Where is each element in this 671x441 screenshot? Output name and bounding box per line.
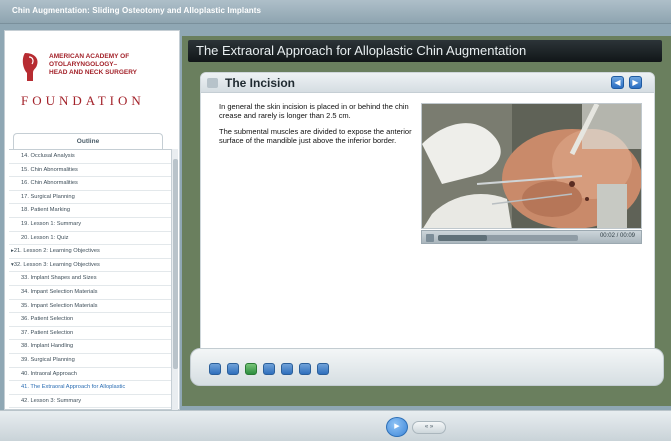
chevron-left-icon: ◀	[614, 78, 621, 87]
video-progress[interactable]	[438, 235, 578, 241]
outline-tab[interactable]: Outline	[13, 133, 163, 149]
exit-tool-icon[interactable]	[317, 363, 329, 375]
glossary-tool-icon[interactable]	[227, 363, 239, 375]
outline-item[interactable]: 17. Surgical Planning	[9, 191, 175, 205]
window-title: Chin Augmentation: Sliding Osteotomy and…	[12, 6, 262, 15]
outline-item[interactable]: 18. Patient Marking	[9, 204, 175, 218]
surgery-video[interactable]	[421, 103, 642, 229]
video-time: 00:02 / 00:09	[599, 233, 635, 239]
notes-tool-icon[interactable]	[245, 363, 257, 375]
next-button[interactable]: ▶	[629, 76, 642, 89]
outline-item-current[interactable]: 41. The Extraoral Approach for Alloplast…	[9, 381, 175, 395]
org-line: AMERICAN ACADEMY OF	[49, 53, 130, 60]
outline-item[interactable]: 40. Intraoral Approach	[9, 368, 175, 382]
play-button[interactable]: ▶	[386, 417, 408, 437]
footer-bar: ▶ « »	[0, 410, 671, 441]
tool-dock	[190, 348, 664, 386]
outline-item[interactable]: 37. Patient Selection	[9, 327, 175, 341]
organization-name: AMERICAN ACADEMY OF OTOLARYNGOLOGY– HEAD…	[49, 53, 174, 77]
foundation-label: FOUNDATION	[21, 93, 145, 108]
print-tool-icon[interactable]	[281, 363, 293, 375]
outline-scrollbar[interactable]	[171, 149, 178, 411]
outline-item[interactable]: 35. Impant Selection Materials	[9, 300, 175, 314]
page-icon	[207, 78, 218, 88]
menu-tool-icon[interactable]	[209, 363, 221, 375]
resources-tool-icon[interactable]	[263, 363, 275, 375]
content-panel: The Incision ◀ ▶ In general the skin inc…	[200, 72, 655, 378]
chevron-right-icon: ▶	[632, 78, 639, 87]
paragraph: In general the skin incision is placed i…	[219, 102, 409, 120]
video-controls: 00:02 / 00:09	[421, 230, 642, 244]
content-text: In general the skin incision is placed i…	[219, 102, 413, 153]
outline-item[interactable]: 36. Patient Selection	[9, 313, 175, 327]
video-play-icon[interactable]	[426, 234, 434, 242]
outline-list: 14. Occlusal Analysis 15. Chin Abnormali…	[9, 149, 175, 409]
lesson-stage: The Extraoral Approach for Alloplastic C…	[182, 36, 671, 406]
outline-item[interactable]: 20. Lesson 1: Quiz	[9, 232, 175, 246]
surgical-scene-image	[422, 104, 641, 228]
progress-fill	[438, 235, 487, 241]
lesson-heading-bar: The Extraoral Approach for Alloplastic C…	[188, 40, 662, 62]
outline-item[interactable]: 16. Chin Abnormalities	[9, 177, 175, 191]
outline-item[interactable]: 42. Lesson 3: Summary	[9, 395, 175, 409]
outline-item[interactable]: 39. Surgical Planning	[9, 354, 175, 368]
title-bar: Chin Augmentation: Sliding Osteotomy and…	[0, 0, 671, 24]
scrollbar-thumb[interactable]	[173, 159, 178, 369]
outline-item[interactable]: 19. Lesson 1: Summary	[9, 218, 175, 232]
outline-item[interactable]: 34. Impant Selection Materials	[9, 286, 175, 300]
left-panel: AMERICAN ACADEMY OF OTOLARYNGOLOGY– HEAD…	[4, 30, 180, 411]
org-line: OTOLARYNGOLOGY–	[49, 61, 118, 68]
seek-buttons[interactable]: « »	[412, 421, 446, 434]
help-tool-icon[interactable]	[299, 363, 311, 375]
content-header: The Incision ◀ ▶	[201, 73, 654, 93]
play-icon: ▶	[394, 423, 400, 430]
outline-item[interactable]: 14. Occlusal Analysis	[9, 150, 175, 164]
lesson-heading: The Extraoral Approach for Alloplastic C…	[196, 43, 527, 58]
org-line: HEAD AND NECK SURGERY	[49, 69, 137, 76]
prev-button[interactable]: ◀	[611, 76, 624, 89]
paragraph: The submental muscles are divided to exp…	[219, 127, 412, 145]
outline-item-lesson-2[interactable]: ▸21. Lesson 2: Learning Objectives	[9, 245, 175, 259]
content-title: The Incision	[225, 76, 296, 90]
outline-item[interactable]: 33. Implant Shapes and Sizes	[9, 272, 175, 286]
outline-item[interactable]: 38. Implant Handling	[9, 340, 175, 354]
aao-hns-foundation-logo: AMERICAN ACADEMY OF OTOLARYNGOLOGY– HEAD…	[15, 43, 171, 113]
outline-item[interactable]: 15. Chin Abnormalities	[9, 164, 175, 178]
logo-mark-icon	[22, 53, 38, 81]
outline-item-lesson-3[interactable]: ▾32. Lesson 3: Learning Objectives	[9, 259, 175, 273]
